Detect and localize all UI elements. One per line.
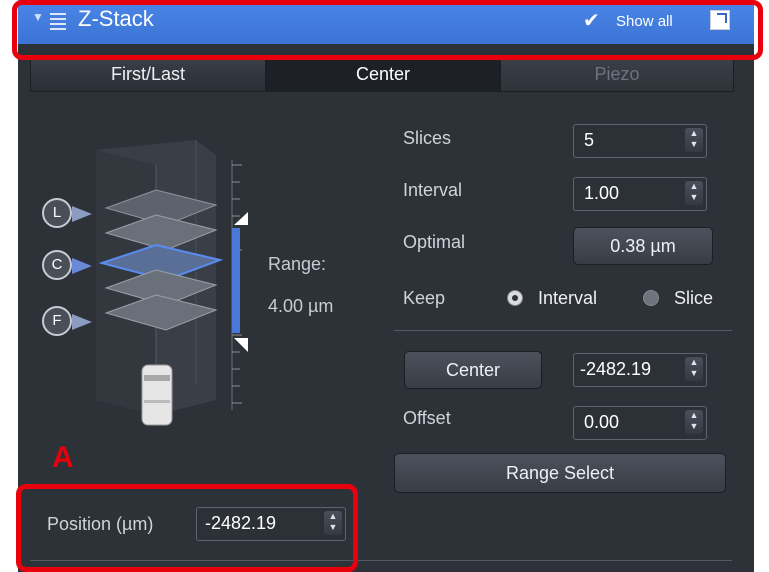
- offset-label: Offset: [403, 408, 451, 428]
- offset-spinner[interactable]: ▲ ▼: [685, 410, 703, 434]
- highlight-position: [16, 484, 358, 572]
- marker-pointers: [72, 206, 92, 330]
- range-select-button[interactable]: Range Select: [394, 453, 726, 493]
- interval-input[interactable]: 1.00 ▲ ▼: [573, 177, 707, 211]
- slices-spinner[interactable]: ▲ ▼: [685, 128, 703, 152]
- center-position-input[interactable]: -2482.19 ▲ ▼: [573, 353, 707, 387]
- slices-input[interactable]: 5 ▲ ▼: [573, 124, 707, 158]
- offset-input[interactable]: 0.00 ▲ ▼: [573, 406, 707, 440]
- center-position-value: -2482.19: [580, 359, 652, 379]
- keep-slice-radio[interactable]: [643, 290, 659, 306]
- range-scale: [231, 160, 248, 410]
- objective-icon: [141, 364, 173, 426]
- marker-center[interactable]: C: [42, 250, 72, 280]
- slices-label: Slices: [403, 128, 452, 148]
- tab-first-last[interactable]: First/Last: [30, 56, 266, 92]
- tab-piezo: Piezo: [500, 56, 734, 92]
- interval-label: Interval: [403, 180, 463, 200]
- optimal-label: Optimal: [403, 232, 466, 252]
- center-position-spinner[interactable]: ▲ ▼: [685, 357, 703, 381]
- highlight-titlebar: [12, 0, 763, 60]
- marker-first[interactable]: F: [42, 306, 72, 336]
- center-button[interactable]: Center: [404, 351, 542, 389]
- keep-interval-radio[interactable]: [507, 290, 523, 306]
- range-bottom-handle[interactable]: [234, 338, 248, 352]
- interval-value: 1.00: [584, 183, 620, 203]
- interval-spinner[interactable]: ▲ ▼: [685, 181, 703, 205]
- range-value: 4.00 µm: [268, 296, 334, 316]
- mode-tabs: First/Last Center Piezo: [30, 56, 734, 92]
- range-top-handle[interactable]: [234, 212, 248, 225]
- slices-value: 5: [584, 130, 595, 150]
- annotation-letter: A: [52, 441, 74, 474]
- optimal-button[interactable]: 0.38 µm: [573, 227, 713, 265]
- range-bar[interactable]: [232, 228, 240, 333]
- tab-center[interactable]: Center: [266, 56, 500, 92]
- section-divider: [394, 330, 732, 331]
- offset-value: 0.00: [584, 412, 620, 432]
- range-label: Range:: [268, 254, 327, 274]
- keep-interval-label[interactable]: Interval: [538, 288, 597, 309]
- keep-slice-label[interactable]: Slice: [674, 288, 713, 309]
- marker-last[interactable]: L: [42, 198, 72, 228]
- keep-label: Keep: [403, 288, 446, 308]
